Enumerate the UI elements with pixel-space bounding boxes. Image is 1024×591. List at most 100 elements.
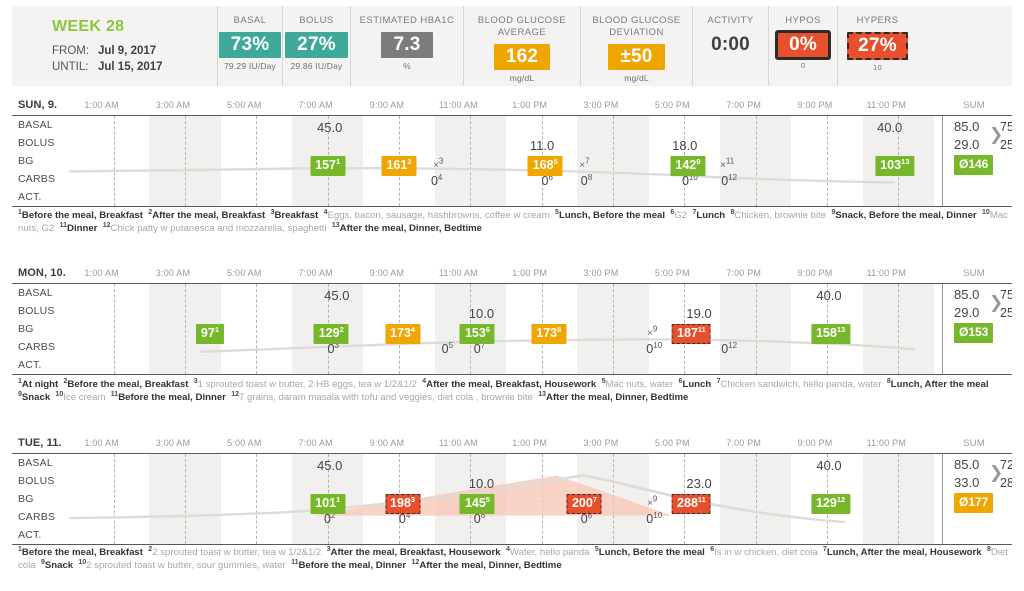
date-until-value: Jul 15, 2017 bbox=[98, 61, 163, 73]
sum-average: Ø153 bbox=[954, 323, 994, 343]
note-text: Before the meal, Dinner bbox=[298, 560, 407, 572]
axis-tick: 3:00 AM bbox=[155, 438, 191, 448]
date-from-value: Jul 9, 2017 bbox=[98, 45, 157, 57]
note-text: 1 sprouted toast w butter, 2 HB eggs, te… bbox=[197, 379, 417, 390]
note-text: Before the meal, Breakfast bbox=[21, 210, 143, 221]
stat-value: 27% bbox=[847, 32, 908, 60]
day-label: MON, 10. bbox=[18, 267, 66, 279]
stat-caption: HYPERS bbox=[856, 15, 899, 26]
stat-value: 7.3 bbox=[381, 32, 433, 58]
note-text: Snack, Before the meal, Dinner bbox=[835, 210, 977, 221]
note-text: Dinner bbox=[67, 223, 98, 235]
axis-tick: 1:00 PM bbox=[512, 268, 548, 278]
bg-reading: 1612 bbox=[381, 156, 417, 176]
axis-tick: 1:00 PM bbox=[512, 438, 548, 448]
sum-block: 85.0 33.0 Ø177 bbox=[954, 456, 994, 513]
date-from-row: FROM: Jul 9, 2017 bbox=[52, 43, 217, 59]
date-from-label: FROM: bbox=[52, 45, 90, 57]
axis-tick: 5:00 PM bbox=[654, 100, 690, 110]
bolus-value: 18.0 bbox=[672, 138, 698, 153]
sum-average-wrap: Ø146 bbox=[954, 155, 994, 175]
bg-trend-chart bbox=[198, 338, 916, 354]
note-text: After the meal, Breakfast bbox=[152, 210, 266, 221]
note-text: Lunch, After the meal bbox=[890, 379, 989, 390]
carb-value: 06 bbox=[541, 172, 553, 188]
note-text: Breakfast bbox=[274, 210, 319, 221]
day-label: TUE, 11. bbox=[18, 437, 62, 449]
week-title: WEEK 28 bbox=[52, 18, 125, 35]
day-notes: 1Before the meal, Breakfast 22 sprouted … bbox=[18, 545, 1008, 572]
sum-bolus: 33.0 bbox=[954, 475, 980, 490]
axis-tick: 3:00 PM bbox=[583, 268, 619, 278]
bolus-value: 11.0 bbox=[529, 138, 555, 153]
carb-value: 02 bbox=[323, 510, 336, 526]
row-label: CARBS bbox=[18, 173, 56, 185]
bg-reading: 971 bbox=[195, 324, 224, 344]
day-notes: 1Before the meal, Breakfast 2After the m… bbox=[18, 208, 1008, 235]
axis-tick: 11:00 AM bbox=[438, 438, 478, 448]
bg-xmark: ×11 bbox=[720, 156, 735, 171]
bg-xmark: ×9 bbox=[647, 494, 658, 509]
axis-tick: 11:00 AM bbox=[438, 268, 478, 278]
carb-value: 07 bbox=[473, 340, 486, 356]
day-grid: BASAL BOLUS BG CARBS ACT. 45.0 40.0 10.0 19.0 ×9 0… bbox=[12, 284, 1012, 375]
sum-percent-block: 75%25% bbox=[1000, 286, 1012, 322]
sum-basal: 85.0 bbox=[954, 287, 980, 302]
axis-tick: 7:00 PM bbox=[726, 100, 762, 110]
sum-basal-percent: 75% bbox=[1000, 120, 1012, 134]
stat-bolus: BOLUS 27% 29.86 IU/Day bbox=[282, 6, 350, 86]
stat-sub: 10 bbox=[873, 63, 882, 72]
stat-value: 73% bbox=[218, 32, 282, 58]
stat-caption: BOLUS bbox=[299, 15, 334, 26]
note-text: 2 sprouted toast w butter, sour gummies,… bbox=[86, 560, 286, 572]
bg-reading: 1011 bbox=[310, 494, 346, 514]
day-header: MON, 10. 1:00 AM 3:00 AM 5:00 AM 7:00 AM 9:00… bbox=[12, 266, 1012, 284]
day-grid: BASAL BOLUS BG CARBS ACT. 45.0 40.0 10.0 23.0 ×9 0… bbox=[12, 454, 1012, 545]
stat-caption: HYPOS bbox=[785, 15, 821, 26]
bg-xmark: ×9 bbox=[647, 324, 658, 339]
bg-reading: 12912 bbox=[810, 494, 851, 514]
axis-tick: 7:00 AM bbox=[298, 100, 333, 110]
sum-column-header: SUM bbox=[963, 268, 985, 279]
stat-value: 162 bbox=[493, 44, 551, 70]
sum-average: Ø177 bbox=[954, 493, 994, 513]
row-labels: BASAL BOLUS BG CARBS ACT. bbox=[18, 116, 76, 206]
stat-sub: mg/dL bbox=[509, 73, 535, 83]
bolus-value: 23.0 bbox=[686, 476, 712, 491]
date-until-row: UNTIL: Jul 15, 2017 bbox=[52, 59, 217, 75]
note-text: 2 sprouted toast w butter, tea w 1/2&1/2 bbox=[152, 547, 322, 558]
carb-value: 012 bbox=[721, 172, 738, 188]
carb-value: 010 bbox=[681, 172, 698, 188]
day-section: TUE, 11. 1:00 AM 3:00 AM 5:00 AM 7:00 AM 9:00… bbox=[12, 436, 1012, 545]
axis-tick: 9:00 AM bbox=[369, 438, 405, 448]
row-label: BOLUS bbox=[18, 305, 55, 317]
sum-basal: 85.0 bbox=[954, 457, 980, 472]
note-text: Is in w chicken, diet cola bbox=[714, 547, 818, 558]
stat-estimated-hba1c: ESTIMATED HBA1C 7.3% bbox=[350, 6, 463, 86]
basal-value: 45.0 bbox=[317, 458, 343, 473]
sum-column-header: SUM bbox=[963, 100, 985, 111]
note-text: Chicken, brownie bite bbox=[734, 210, 827, 221]
note-text: After the meal, Dinner, Bedtime bbox=[546, 392, 689, 404]
basal-value: 40.0 bbox=[816, 458, 842, 473]
bg-reading: 10313 bbox=[875, 156, 915, 176]
carb-value: 08 bbox=[580, 172, 593, 188]
bg-reading: 1734 bbox=[385, 324, 421, 344]
bg-reading: 15813 bbox=[810, 324, 851, 344]
note-text: Eggs, bacon, sausage, hashbrowns, coffee… bbox=[327, 210, 550, 221]
sum-basal: 85.0 bbox=[954, 119, 980, 134]
basal-value: 40.0 bbox=[876, 120, 903, 135]
axis-tick: 9:00 AM bbox=[369, 100, 405, 110]
stat-hypos: HYPOS 0% 0 bbox=[768, 6, 837, 86]
axis-tick: 7:00 PM bbox=[726, 438, 762, 448]
axis-tick: 3:00 PM bbox=[583, 438, 619, 448]
bg-reading: 1685 bbox=[527, 156, 563, 176]
row-label: BASAL bbox=[18, 119, 53, 131]
axis-tick: 5:00 AM bbox=[227, 438, 262, 448]
stat-caption: BLOOD GLUCOSE AVERAGE bbox=[477, 15, 567, 38]
stat-caption: BLOOD GLUCOSE DEVIATION bbox=[592, 15, 681, 38]
row-label: BOLUS bbox=[18, 475, 55, 487]
sum-percent-block: 75%25% bbox=[1000, 118, 1012, 154]
note-text: Before the meal, Dinner bbox=[118, 392, 226, 404]
row-label: BASAL bbox=[18, 457, 53, 469]
